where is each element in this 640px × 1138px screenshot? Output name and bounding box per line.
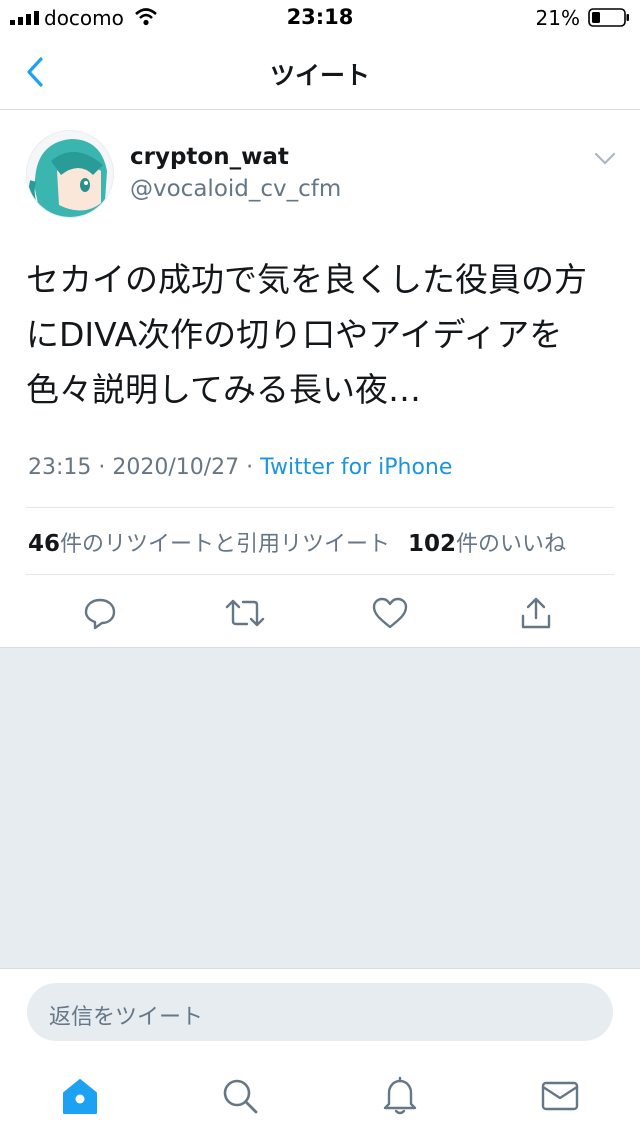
search-icon bbox=[223, 1079, 258, 1114]
tab-search[interactable] bbox=[218, 1074, 262, 1118]
user-handle[interactable]: @vocaloid_cv_cfm bbox=[130, 176, 341, 202]
avatar[interactable] bbox=[26, 130, 114, 218]
tweet-actions bbox=[0, 590, 640, 636]
reply-icon bbox=[84, 598, 116, 630]
retweets-stat[interactable]: 46件のリツイートと引用リツイート bbox=[28, 531, 391, 557]
tweet-source-link[interactable]: Twitter for iPhone bbox=[260, 455, 452, 480]
tweet-timestamp: 23:15 · 2020/10/27 · Twitter for iPhone bbox=[28, 455, 452, 480]
tweet-stats: 46件のリツイートと引用リツイート 102件のいいね bbox=[28, 526, 566, 558]
retweet-count: 46 bbox=[28, 531, 61, 557]
divider bbox=[26, 507, 614, 508]
avatar-image bbox=[27, 131, 113, 217]
like-label: 件のいいね bbox=[456, 532, 567, 557]
navigation-bar: ツイート bbox=[0, 36, 640, 110]
like-icon bbox=[372, 597, 408, 629]
like-count: 102 bbox=[408, 531, 457, 557]
replies-area bbox=[0, 647, 640, 969]
retweet-label: 件のリツイートと引用リツイート bbox=[60, 532, 391, 557]
page-title: ツイート bbox=[269, 61, 370, 90]
share-icon bbox=[521, 597, 551, 629]
bottom-tab-bar bbox=[0, 1060, 640, 1138]
status-bar: docomo 23:18 21% bbox=[0, 0, 640, 36]
battery-percentage: 21% bbox=[535, 6, 580, 30]
reply-placeholder: 返信をツイート bbox=[49, 1005, 204, 1030]
likes-stat[interactable]: 102件のいいね bbox=[408, 531, 567, 557]
chevron-down-icon[interactable] bbox=[592, 148, 618, 168]
battery-icon bbox=[588, 8, 629, 27]
tweet-text: セカイの成功で気を良くした役員の方にDIVA次作の切り口やアイディアを色々説明し… bbox=[26, 260, 587, 409]
tweet-detail-screen: docomo 23:18 21% ツイート crypton_wat @vocal… bbox=[0, 0, 640, 1138]
user-display-name[interactable]: crypton_wat bbox=[130, 144, 289, 170]
home-icon bbox=[63, 1079, 97, 1114]
tab-home[interactable] bbox=[58, 1074, 102, 1118]
retweet-icon bbox=[225, 599, 265, 627]
reply-input[interactable]: 返信をツイート bbox=[27, 983, 613, 1041]
tab-notifications[interactable] bbox=[378, 1074, 422, 1118]
tab-messages[interactable] bbox=[538, 1074, 582, 1118]
messages-icon bbox=[541, 1081, 579, 1111]
divider bbox=[26, 574, 614, 575]
tweet-datetime: 23:15 · 2020/10/27 · bbox=[28, 455, 261, 480]
like-button[interactable] bbox=[370, 590, 410, 636]
notifications-icon bbox=[383, 1076, 417, 1115]
share-button[interactable] bbox=[516, 590, 556, 636]
retweet-button[interactable] bbox=[225, 590, 265, 636]
reply-button[interactable] bbox=[80, 590, 120, 636]
